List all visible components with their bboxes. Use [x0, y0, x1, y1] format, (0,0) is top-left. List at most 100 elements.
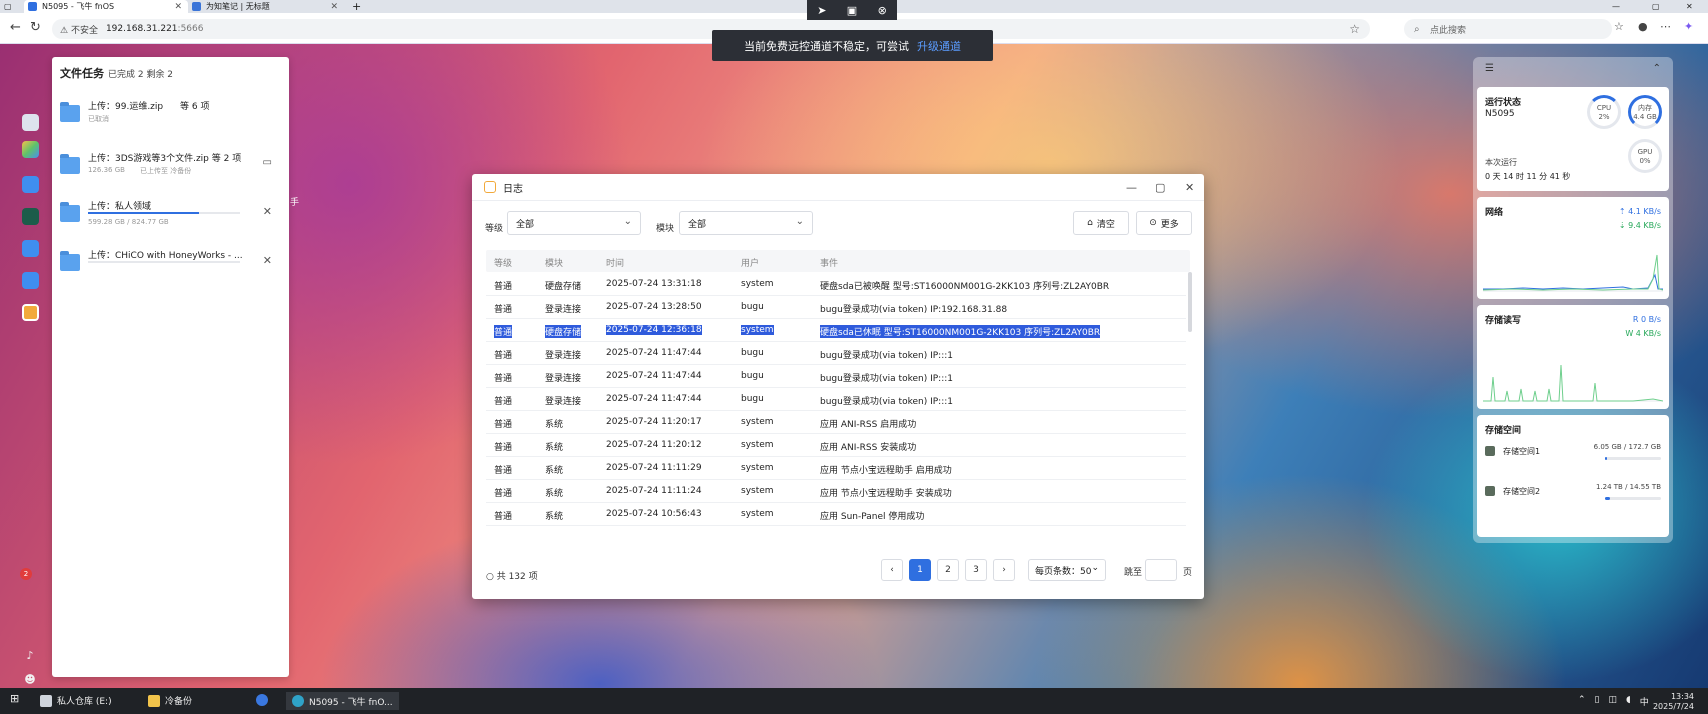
browser-icon	[256, 694, 268, 706]
log-app-icon[interactable]	[22, 304, 39, 321]
search-input[interactable]: ⌕ 点此搜索	[1404, 19, 1612, 39]
log-row[interactable]: 普通 系统 2025-07-24 10:56:43 system 应用 Sun-Pane…	[486, 502, 1186, 526]
column-level[interactable]: 等级	[494, 256, 512, 269]
task-item[interactable]: 上传：CHiCO with HoneyWorks - ... ✕	[58, 246, 280, 288]
task-item[interactable]: 上传：私人领域 599.28 GB / 824.77 GB ✕	[58, 197, 280, 239]
copilot-icon[interactable]: ✦	[1684, 20, 1693, 33]
insecure-warning[interactable]: ⚠ 不安全	[60, 23, 98, 36]
cell-event: bugu登录成功(via token) IP:::1	[820, 397, 953, 407]
close-tab-icon[interactable]: ✕	[330, 2, 338, 12]
network-widget[interactable]: 网络 ⇡ 4.1 KB/s ⇣ 9.4 KB/s	[1477, 197, 1669, 299]
cancel-task-icon[interactable]: ✕	[263, 205, 272, 218]
storage-pool-1[interactable]: 存储空间1 6.05 GB / 172.7 GB	[1485, 443, 1661, 473]
files-icon[interactable]	[22, 240, 39, 257]
page-2-button[interactable]: 2	[937, 559, 959, 581]
more-button[interactable]: ⊙ 更多	[1136, 211, 1192, 235]
favorites-icon[interactable]: ☆	[1614, 20, 1624, 33]
new-tab-button[interactable]: +	[352, 0, 366, 13]
log-row[interactable]: 普通 系统 2025-07-24 11:20:17 system 应用 ANI-RSS …	[486, 410, 1186, 434]
log-row[interactable]: 普通 登录连接 2025-07-24 11:47:44 bugu bugu登录成功(vi…	[486, 387, 1186, 411]
screen-mode-icon[interactable]: ▣	[847, 4, 857, 17]
close-window-icon[interactable]: ✕	[1686, 0, 1700, 13]
url-host: 192.168.31.221	[105, 24, 178, 34]
log-row[interactable]: 普通 登录连接 2025-07-24 11:47:44 bugu bugu登录成功(vi…	[486, 364, 1186, 388]
cell-user: system	[741, 325, 774, 335]
log-row[interactable]: 普通 硬盘存储 2025-07-24 13:31:18 system 硬盘sda已被唤醒…	[486, 272, 1186, 296]
reload-icon[interactable]: ↻	[30, 20, 41, 35]
tab-wiz-note[interactable]: 为知笔记 | 无标题 ✕	[188, 0, 344, 13]
bell-icon[interactable]: ♪	[24, 650, 36, 662]
log-table-body[interactable]: 普通 硬盘存储 2025-07-24 13:31:18 system 硬盘sda已被唤醒…	[486, 272, 1190, 530]
log-row[interactable]: 普通 系统 2025-07-24 11:11:29 system 应用 节点小宝远程助手…	[486, 456, 1186, 480]
profile-icon[interactable]: ●	[1638, 20, 1648, 33]
cell-module: 系统	[545, 420, 564, 430]
prev-page-button[interactable]: ‹	[881, 559, 903, 581]
table-scrollbar[interactable]	[1188, 272, 1192, 332]
column-user[interactable]: 用户	[741, 256, 759, 269]
close-icon[interactable]: ✕	[1185, 181, 1194, 194]
column-time[interactable]: 时间	[606, 256, 624, 269]
cursor-mode-icon[interactable]: ➤	[817, 4, 826, 17]
monitor-app-icon[interactable]	[22, 114, 39, 131]
address-bar[interactable]: ⚠ 不安全 192.168.31.221:5666 ☆	[52, 19, 1370, 39]
upgrade-channel-link[interactable]: 升级通道	[917, 38, 961, 54]
close-remote-icon[interactable]: ⊗	[878, 4, 887, 17]
minimize-icon[interactable]: —	[1126, 181, 1137, 194]
cancel-task-icon[interactable]: ✕	[263, 254, 272, 267]
storage-widget[interactable]: 存储空间 存储空间1 6.05 GB / 172.7 GB 存储空间2 1.24…	[1477, 415, 1669, 537]
tray-app-icon[interactable]: ▯	[1595, 695, 1600, 708]
url-port: :5666	[177, 24, 204, 34]
bookmark-star-icon[interactable]: ☆	[1349, 22, 1360, 36]
column-event[interactable]: 事件	[820, 256, 838, 269]
page-3-button[interactable]: 3	[965, 559, 987, 581]
minimize-window-icon[interactable]: —	[1612, 0, 1626, 13]
maximize-window-icon[interactable]: ▢	[1652, 0, 1666, 13]
ime-indicator[interactable]: 中	[1640, 695, 1649, 708]
windows-start-icon[interactable]: ⊞	[10, 692, 19, 705]
jump-page-input[interactable]	[1145, 559, 1177, 581]
log-row[interactable]: 普通 登录连接 2025-07-24 11:47:44 bugu bugu登录成功(vi…	[486, 341, 1186, 365]
taskbar-item-edge[interactable]: N5095 - 飞牛 fnO...	[286, 692, 399, 710]
task-item[interactable]: 上传：99.运维.zip 等 6 项 已取消	[58, 97, 280, 139]
user-icon[interactable]: ☻	[24, 674, 36, 686]
tab-fnos[interactable]: N5095 - 飞牛 fnOS ✕	[24, 0, 188, 13]
next-page-button[interactable]: ›	[993, 559, 1015, 581]
disk-io-widget[interactable]: 存储读写 R 0 B/s W 4 KB/s	[1477, 305, 1669, 409]
volume-icon[interactable]: ◖	[1626, 695, 1631, 708]
taskbar-item-private-drive[interactable]: 私人仓库 (E:)	[40, 694, 112, 707]
page-1-button[interactable]: 1	[909, 559, 931, 581]
log-row[interactable]: 普通 系统 2025-07-24 11:11:24 system 应用 节点小宝远程助手…	[486, 479, 1186, 503]
open-folder-icon[interactable]: ▭	[263, 157, 272, 168]
chevron-up-icon[interactable]: ⌃	[1578, 695, 1586, 708]
taskbar-item-cold-backup[interactable]: 冷备份	[148, 694, 192, 707]
app-center-icon[interactable]	[22, 141, 39, 158]
log-row[interactable]: 普通 硬盘存储 2025-07-24 12:36:18 system 硬盘sda已休眠 …	[486, 318, 1186, 342]
network-icon[interactable]: ◫	[1609, 695, 1618, 708]
clear-button[interactable]: ⌂ 清空	[1073, 211, 1129, 235]
log-window-titlebar[interactable]: 日志 — ▢ ✕	[472, 174, 1204, 201]
pool-usage-fill	[1605, 457, 1608, 460]
back-arrow-icon[interactable]: ←	[10, 20, 21, 35]
log-row[interactable]: 普通 登录连接 2025-07-24 13:28:50 bugu bugu登录成功(vi…	[486, 295, 1186, 319]
maximize-icon[interactable]: ▢	[1155, 181, 1165, 194]
widget-settings-icon[interactable]: ☰	[1485, 63, 1494, 74]
column-module[interactable]: 模块	[545, 256, 563, 269]
level-filter-select[interactable]: 全部 ⌄	[507, 211, 641, 235]
clock[interactable]: 13:34 2025/7/24	[1653, 692, 1694, 712]
log-row[interactable]: 普通 系统 2025-07-24 11:20:12 system 应用 ANI-RSS …	[486, 433, 1186, 457]
module-filter-select[interactable]: 全部 ⌄	[679, 211, 813, 235]
terminal-icon[interactable]	[22, 208, 39, 225]
collapse-icon[interactable]: ⌃	[1653, 63, 1661, 74]
status-widget[interactable]: 运行状态 N5095 CPU 2% 内存 4.4 GB GPU 0% 本次运行 0 天…	[1477, 87, 1669, 191]
task-item[interactable]: 上传：3DS游戏等3个文件.zip 等 2 项 126.36 GB 已上传至 冷…	[58, 149, 280, 191]
storage-pool-2[interactable]: 存储空间2 1.24 TB / 14.55 TB	[1485, 483, 1661, 513]
page-size-select[interactable]: 每页条数：50 ⌄	[1028, 559, 1106, 581]
more-menu-icon[interactable]: ⋯	[1660, 20, 1671, 33]
cell-level: 普通	[494, 305, 513, 315]
pool-size: 6.05 GB / 172.7 GB	[1593, 443, 1661, 451]
file-manager-icon[interactable]	[22, 176, 39, 193]
taskbar-item-chrome[interactable]	[256, 694, 273, 706]
tab-actions-icon[interactable]: ▢	[4, 0, 18, 13]
close-tab-icon[interactable]: ✕	[174, 2, 182, 12]
folder-icon[interactable]	[22, 272, 39, 289]
